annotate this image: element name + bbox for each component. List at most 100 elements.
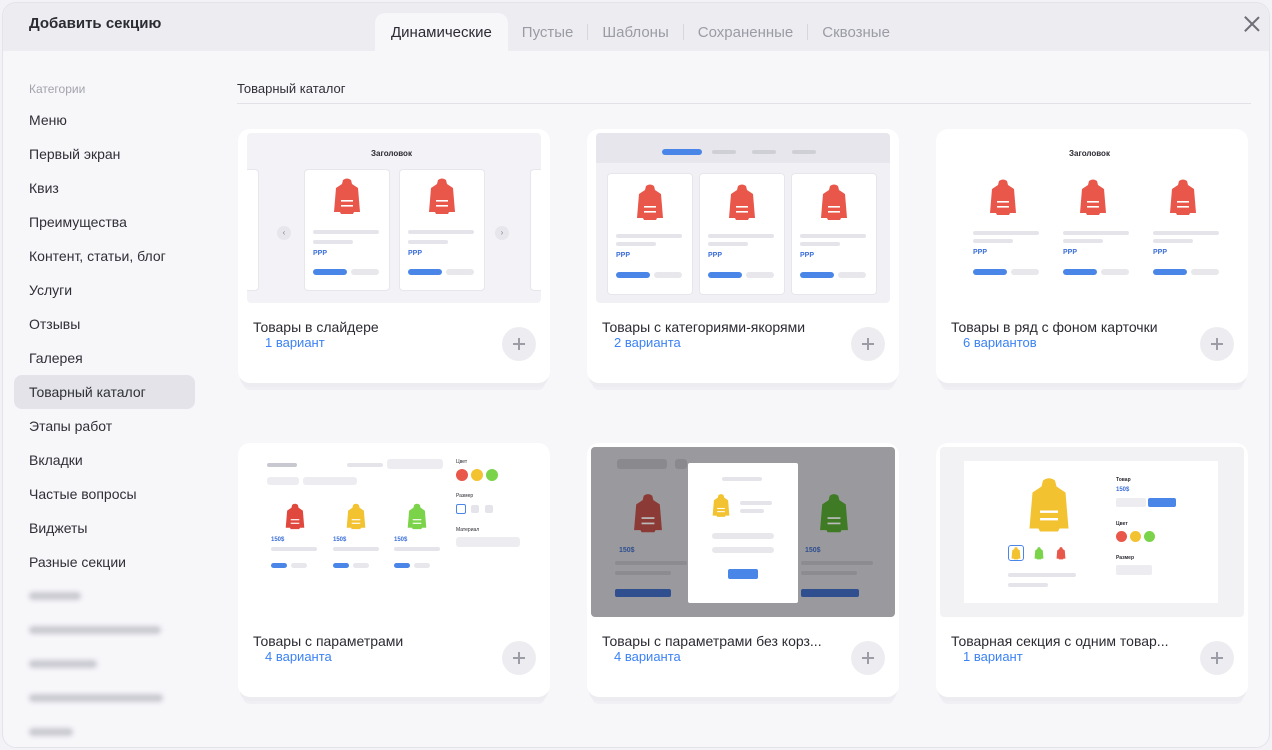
jacket-icon bbox=[637, 184, 663, 220]
buy-button-placeholder bbox=[271, 563, 287, 568]
add-section-button[interactable] bbox=[502, 641, 536, 675]
category-quiz[interactable]: Квиз bbox=[14, 171, 195, 205]
modal-header: Добавить секцию Динамические Пустые Шабл… bbox=[3, 3, 1269, 51]
category-content-blog[interactable]: Контент, статьи, блог bbox=[14, 239, 195, 273]
tab-empty[interactable]: Пустые bbox=[508, 13, 588, 51]
jacket-icon bbox=[1029, 478, 1069, 532]
add-section-button[interactable] bbox=[1200, 641, 1234, 675]
add-section-button[interactable] bbox=[502, 327, 536, 361]
anchor-placeholder bbox=[752, 150, 776, 154]
category-tabs[interactable]: Вкладки bbox=[14, 443, 195, 477]
product-panel: Товар 150$ Цвет Размер bbox=[964, 461, 1218, 603]
category-product-catalog[interactable]: Товарный каталог bbox=[14, 375, 195, 409]
placeholder-line bbox=[353, 563, 369, 568]
section-card-single-product[interactable]: Товар 150$ Цвет Размер Товарная секция с… bbox=[936, 443, 1248, 697]
color-swatch-green bbox=[1144, 531, 1155, 542]
size-selector bbox=[1116, 565, 1152, 575]
placeholder-line bbox=[1063, 239, 1103, 243]
placeholder-line bbox=[1008, 583, 1048, 587]
product-card: PPP bbox=[699, 173, 785, 295]
placeholder-line bbox=[408, 240, 448, 244]
placeholder-line bbox=[801, 561, 873, 565]
blurred-category bbox=[14, 715, 195, 747]
tab-global[interactable]: Сквозные bbox=[808, 13, 904, 51]
tab-saved[interactable]: Сохраненные bbox=[684, 13, 808, 51]
product-card bbox=[530, 169, 541, 291]
buy-button-placeholder bbox=[973, 269, 1007, 275]
product-card: PPP bbox=[1053, 173, 1133, 283]
tab-dynamic[interactable]: Динамические bbox=[375, 13, 508, 51]
cart-button-placeholder bbox=[1148, 498, 1176, 507]
category-widgets[interactable]: Виджеты bbox=[14, 511, 195, 545]
product-price: 150$ bbox=[394, 537, 408, 543]
filter-chip bbox=[267, 477, 299, 485]
placeholder-line bbox=[1063, 231, 1129, 235]
category-sidebar: Категории Меню Первый экран Квиз Преимущ… bbox=[3, 51, 213, 747]
card-title: Товары с параметрами bbox=[253, 633, 404, 649]
placeholder-line bbox=[800, 234, 866, 238]
placeholder-line bbox=[271, 547, 317, 551]
color-swatch-red bbox=[1116, 531, 1127, 542]
category-services[interactable]: Услуги bbox=[14, 273, 195, 307]
placeholder-line bbox=[722, 477, 762, 481]
placeholder-line bbox=[267, 463, 297, 467]
product-price: 150$ bbox=[619, 547, 635, 554]
section-card-params-no-cart[interactable]: 150$ 150$ Товары с параметрами без корз.… bbox=[587, 443, 899, 697]
tab-templates[interactable]: Шаблоны bbox=[588, 13, 682, 51]
active-anchor bbox=[662, 149, 702, 155]
category-reviews[interactable]: Отзывы bbox=[14, 307, 195, 341]
card-variants[interactable]: 1 вариант bbox=[265, 335, 325, 350]
add-section-button[interactable] bbox=[851, 641, 885, 675]
card-variants[interactable]: 2 варианта bbox=[614, 335, 681, 350]
section-catalog: Товарный каталог Заголовок ‹ PPP PPP › Т… bbox=[215, 51, 1269, 747]
categories-heading: Категории bbox=[29, 82, 86, 96]
category-work-stages[interactable]: Этапы работ bbox=[14, 409, 195, 443]
size-label: Размер bbox=[456, 493, 474, 499]
material-label: Материал bbox=[456, 527, 480, 533]
category-advantages[interactable]: Преимущества bbox=[14, 205, 195, 239]
category-faq[interactable]: Частые вопросы bbox=[14, 477, 195, 511]
section-card-row[interactable]: Заголовок PPP PPP PPP Товары в ряд с фон… bbox=[936, 129, 1248, 383]
color-label: Цвет bbox=[1116, 521, 1128, 527]
size-label: Размер bbox=[1116, 555, 1135, 561]
category-first-screen[interactable]: Первый экран bbox=[14, 137, 195, 171]
section-card-slider[interactable]: Заголовок ‹ PPP PPP › Товары в слайдере … bbox=[238, 129, 550, 383]
category-list: Меню Первый экран Квиз Преимущества Конт… bbox=[14, 103, 195, 747]
anchor-placeholder bbox=[712, 150, 736, 154]
jacket-icon bbox=[820, 494, 848, 533]
preview-heading: Заголовок bbox=[371, 149, 412, 158]
section-card-params[interactable]: 150$ 150$ 150$ Цвет Размер Материал Това… bbox=[238, 443, 550, 697]
card-preview-image: PPP PPP PPP bbox=[596, 133, 890, 303]
card-title: Товары с параметрами без корз... bbox=[602, 633, 822, 649]
product-card: PPP bbox=[963, 173, 1043, 283]
jacket-icon bbox=[407, 503, 427, 530]
add-section-button[interactable] bbox=[851, 327, 885, 361]
add-section-button[interactable] bbox=[1200, 327, 1234, 361]
card-variants[interactable]: 1 вариант bbox=[963, 649, 1023, 664]
placeholder-line bbox=[801, 571, 857, 575]
product-price: PPP bbox=[616, 252, 631, 259]
placeholder-line bbox=[333, 547, 379, 551]
placeholder-line bbox=[414, 563, 430, 568]
card-variants[interactable]: 4 варианта bbox=[265, 649, 332, 664]
modal-title: Добавить секцию bbox=[29, 15, 162, 32]
placeholder-line bbox=[313, 230, 379, 234]
placeholder-line bbox=[446, 269, 474, 275]
card-preview-image: Заголовок PPP PPP PPP bbox=[945, 133, 1239, 303]
arrow-left-icon: ‹ bbox=[277, 226, 291, 240]
category-menu[interactable]: Меню bbox=[14, 103, 195, 137]
section-card-anchors[interactable]: PPP PPP PPP Товары с категориями-якорями… bbox=[587, 129, 899, 383]
buy-button-placeholder bbox=[333, 563, 349, 568]
jacket-icon bbox=[729, 184, 755, 220]
arrow-right-icon: › bbox=[495, 226, 509, 240]
close-icon[interactable] bbox=[1241, 13, 1263, 35]
category-gallery[interactable]: Галерея bbox=[14, 341, 195, 375]
card-title: Товары с категориями-якорями bbox=[602, 319, 806, 335]
anchor-nav bbox=[596, 133, 890, 163]
category-misc[interactable]: Разные секции bbox=[14, 545, 195, 579]
placeholder-line bbox=[712, 547, 774, 553]
card-variants[interactable]: 6 вариантов bbox=[963, 335, 1037, 350]
placeholder-line bbox=[313, 240, 353, 244]
card-variants[interactable]: 4 варианта bbox=[614, 649, 681, 664]
color-swatch-yellow bbox=[1130, 531, 1141, 542]
